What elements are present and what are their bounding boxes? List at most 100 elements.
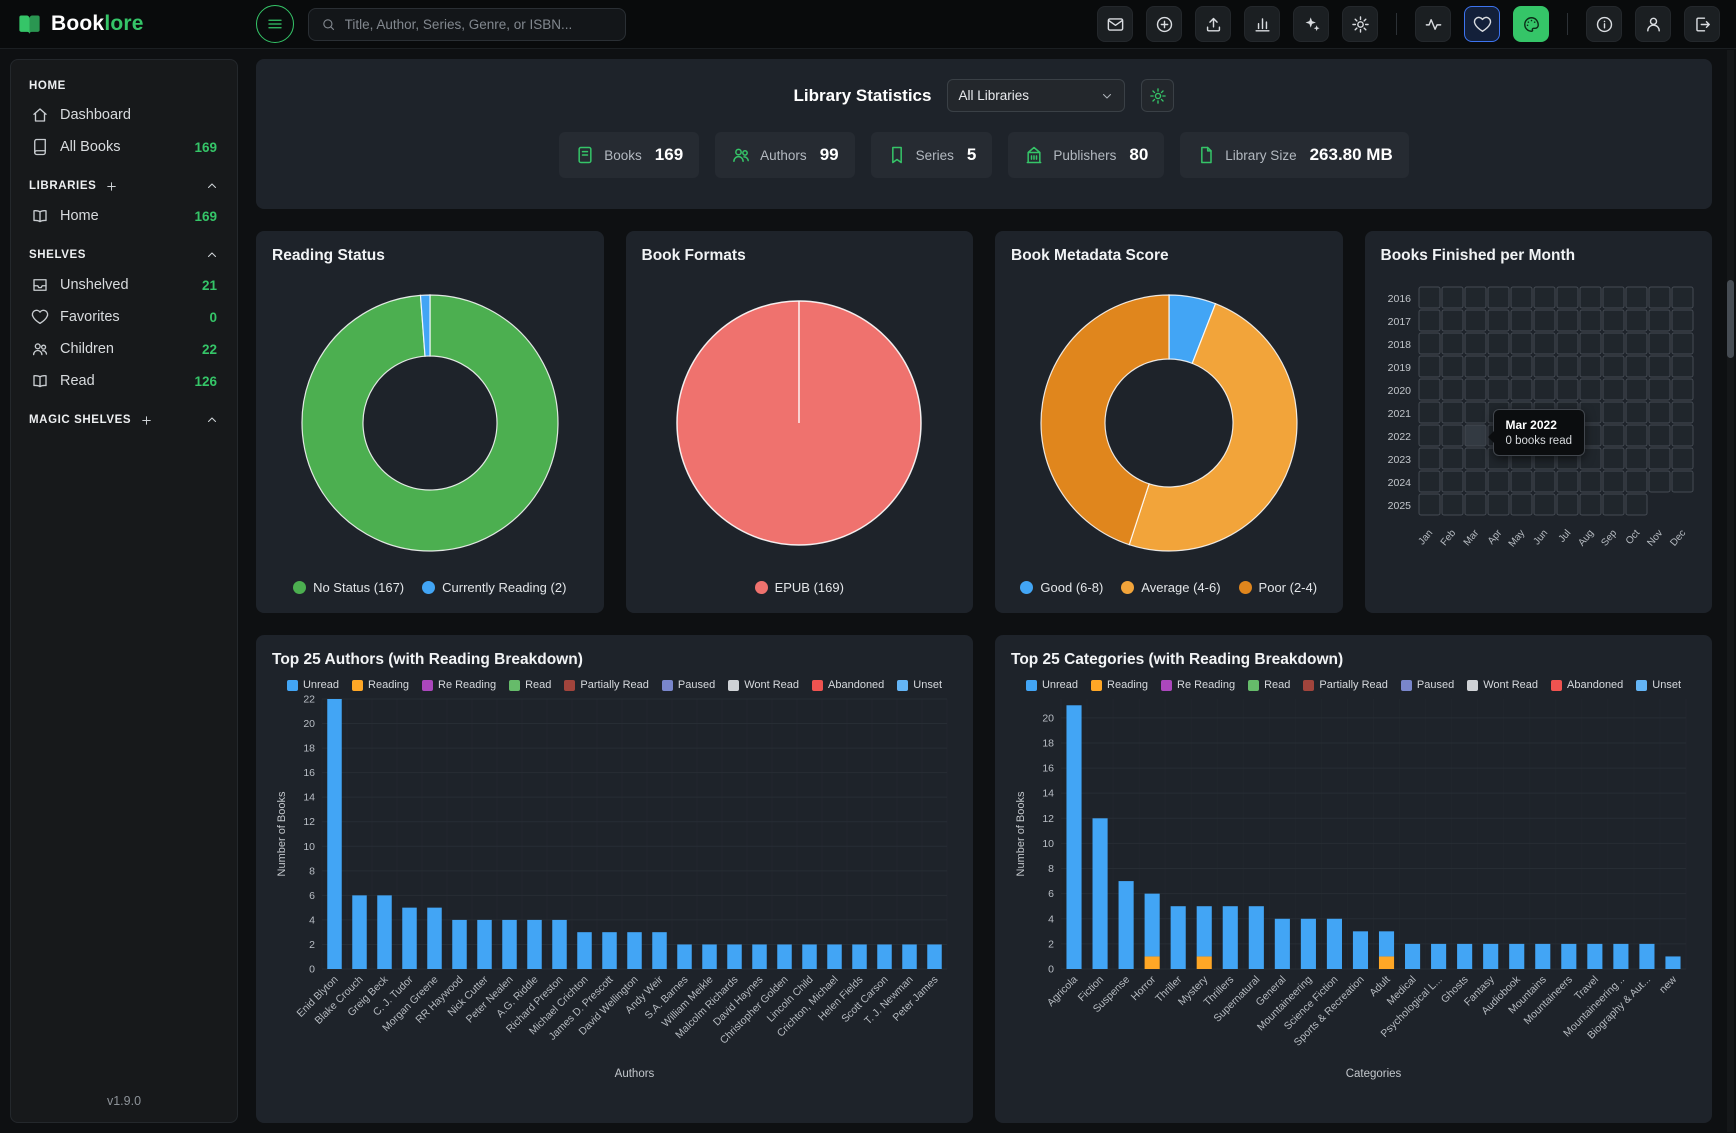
bar-segment[interactable] bbox=[327, 699, 342, 969]
magic-button[interactable] bbox=[1293, 6, 1329, 42]
heatmap-cell[interactable] bbox=[1419, 333, 1440, 354]
bar-segment[interactable] bbox=[1509, 944, 1524, 969]
heatmap-cell[interactable] bbox=[1603, 471, 1624, 492]
heatmap-cell[interactable] bbox=[1419, 494, 1440, 515]
legend-item[interactable]: Paused bbox=[1401, 679, 1454, 691]
info-button[interactable] bbox=[1586, 6, 1622, 42]
heatmap-cell[interactable] bbox=[1672, 356, 1693, 377]
heatmap-cell[interactable] bbox=[1488, 356, 1509, 377]
stats-settings-button[interactable] bbox=[1141, 79, 1174, 112]
app-logo[interactable]: Booklore bbox=[16, 11, 144, 38]
heatmap-cell[interactable] bbox=[1649, 471, 1670, 492]
bar-segment[interactable] bbox=[1249, 906, 1264, 969]
bar-segment[interactable] bbox=[1119, 881, 1134, 969]
bar-segment[interactable] bbox=[1145, 894, 1160, 957]
sidebar-item-children[interactable]: Children 22 bbox=[23, 333, 225, 365]
heatmap-cell[interactable] bbox=[1465, 333, 1486, 354]
bar-segment[interactable] bbox=[352, 895, 367, 969]
heatmap-cell[interactable] bbox=[1419, 448, 1440, 469]
bar-segment[interactable] bbox=[1093, 818, 1108, 969]
heatmap-cell[interactable] bbox=[1488, 379, 1509, 400]
bar-segment[interactable] bbox=[1327, 919, 1342, 969]
heatmap-cell[interactable] bbox=[1603, 379, 1624, 400]
bar-segment[interactable] bbox=[1066, 705, 1081, 969]
heatmap-cell[interactable] bbox=[1626, 379, 1647, 400]
scrollbar-track[interactable] bbox=[1727, 50, 1734, 1132]
heatmap-cell[interactable] bbox=[1557, 471, 1578, 492]
bar-segment[interactable] bbox=[752, 944, 767, 969]
legend-item[interactable]: Read bbox=[509, 679, 551, 691]
heatmap-cell[interactable] bbox=[1603, 287, 1624, 308]
heatmap-cell[interactable] bbox=[1419, 379, 1440, 400]
legend-item[interactable]: Poor (2-4) bbox=[1239, 580, 1318, 595]
heatmap-cell[interactable] bbox=[1580, 379, 1601, 400]
heatmap-cell[interactable] bbox=[1649, 448, 1670, 469]
chevron-up-icon[interactable] bbox=[205, 413, 219, 427]
heatmap-cell[interactable] bbox=[1465, 356, 1486, 377]
account-button[interactable] bbox=[1635, 6, 1671, 42]
heatmap-cell[interactable] bbox=[1534, 310, 1555, 331]
heatmap-cell[interactable] bbox=[1419, 356, 1440, 377]
heatmap-cell[interactable] bbox=[1626, 310, 1647, 331]
heatmap-cell[interactable] bbox=[1626, 471, 1647, 492]
heatmap-cell[interactable] bbox=[1626, 425, 1647, 446]
heatmap-cell[interactable] bbox=[1649, 425, 1670, 446]
bar-segment[interactable] bbox=[1379, 931, 1394, 956]
legend-item[interactable]: Unread bbox=[287, 679, 339, 691]
legend-item[interactable]: No Status (167) bbox=[293, 580, 404, 595]
legend-item[interactable]: Read bbox=[1248, 679, 1290, 691]
heatmap-cell[interactable] bbox=[1442, 287, 1463, 308]
heatmap-cell[interactable] bbox=[1672, 448, 1693, 469]
bar-segment[interactable] bbox=[577, 932, 592, 969]
heatmap-cell[interactable] bbox=[1511, 494, 1532, 515]
bar-segment[interactable] bbox=[1587, 944, 1602, 969]
legend-item[interactable]: Re Reading bbox=[422, 679, 496, 691]
heatmap-cell[interactable] bbox=[1488, 494, 1509, 515]
legend-item[interactable]: Reading bbox=[352, 679, 409, 691]
bar-segment[interactable] bbox=[1197, 956, 1212, 969]
heatmap-cell[interactable] bbox=[1557, 310, 1578, 331]
bar-segment[interactable] bbox=[527, 920, 542, 969]
legend-item[interactable]: Reading bbox=[1091, 679, 1148, 691]
heatmap-cell[interactable] bbox=[1511, 356, 1532, 377]
heatmap-cell[interactable] bbox=[1557, 287, 1578, 308]
heatmap-cell[interactable] bbox=[1488, 310, 1509, 331]
heatmap-cell[interactable] bbox=[1557, 494, 1578, 515]
heatmap-cell[interactable] bbox=[1465, 448, 1486, 469]
legend-item[interactable]: Abandoned bbox=[1551, 679, 1623, 691]
heatmap-cell[interactable] bbox=[1649, 333, 1670, 354]
heatmap-cell[interactable] bbox=[1488, 333, 1509, 354]
heatmap-cell[interactable] bbox=[1603, 402, 1624, 423]
heatmap-cell[interactable] bbox=[1626, 287, 1647, 308]
bar-segment[interactable] bbox=[1535, 944, 1550, 969]
heatmap-cell[interactable] bbox=[1626, 402, 1647, 423]
bar-segment[interactable] bbox=[427, 908, 442, 969]
settings-button[interactable] bbox=[1342, 6, 1378, 42]
bar-segment[interactable] bbox=[1353, 931, 1368, 969]
heatmap-cell[interactable] bbox=[1534, 494, 1555, 515]
heatmap-cell[interactable] bbox=[1511, 287, 1532, 308]
heatmap-cell[interactable] bbox=[1626, 448, 1647, 469]
sidebar-item-unshelved[interactable]: Unshelved 21 bbox=[23, 269, 225, 301]
heatmap-cell[interactable] bbox=[1442, 333, 1463, 354]
bar-segment[interactable] bbox=[827, 944, 842, 969]
bar-segment[interactable] bbox=[1639, 944, 1654, 969]
heatmap-cell[interactable] bbox=[1465, 402, 1486, 423]
bar-segment[interactable] bbox=[702, 944, 717, 969]
heatmap-cell[interactable] bbox=[1511, 310, 1532, 331]
bar-segment[interactable] bbox=[1483, 944, 1498, 969]
heatmap-cell[interactable] bbox=[1672, 287, 1693, 308]
bar-segment[interactable] bbox=[502, 920, 517, 969]
legend-item[interactable]: Abandoned bbox=[812, 679, 884, 691]
heatmap-cell[interactable] bbox=[1511, 471, 1532, 492]
sidebar-item-dashboard[interactable]: Dashboard bbox=[23, 99, 225, 131]
chevron-up-icon[interactable] bbox=[205, 179, 219, 193]
heatmap-cell[interactable] bbox=[1603, 333, 1624, 354]
bar-segment[interactable] bbox=[1431, 944, 1446, 969]
bar-segment[interactable] bbox=[1275, 919, 1290, 969]
bar-segment[interactable] bbox=[477, 920, 492, 969]
heatmap-cell[interactable] bbox=[1603, 494, 1624, 515]
legend-item[interactable]: Currently Reading (2) bbox=[422, 580, 566, 595]
logout-button[interactable] bbox=[1684, 6, 1720, 42]
bar-segment[interactable] bbox=[677, 944, 692, 969]
